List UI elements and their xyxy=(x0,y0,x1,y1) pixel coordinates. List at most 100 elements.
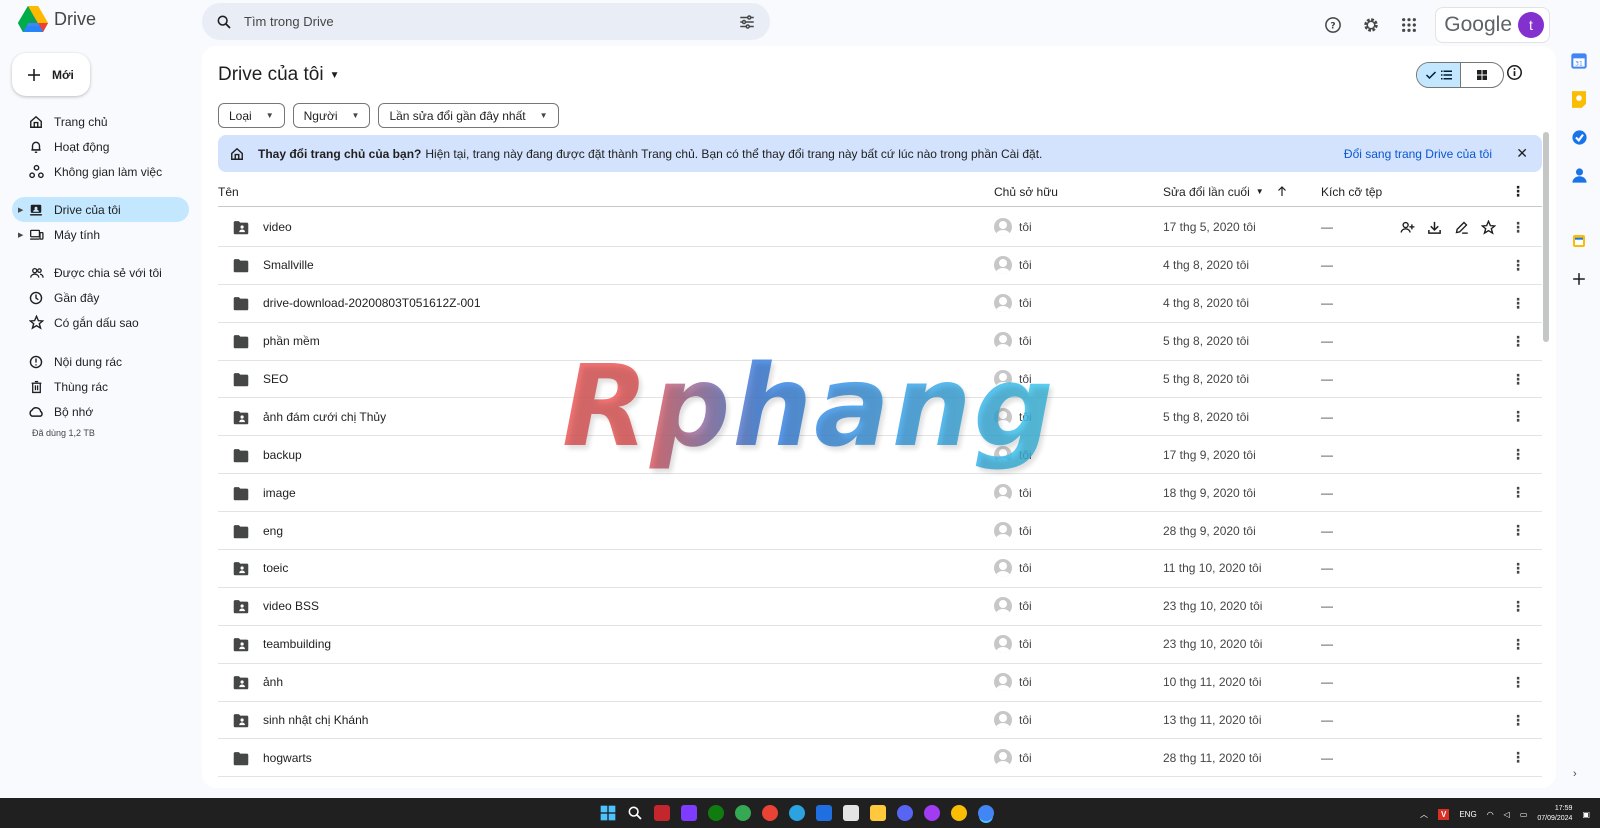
sidebar-item-computers[interactable]: ▶ Máy tính xyxy=(12,222,189,247)
table-row[interactable]: ảnh tôi 10 thg 11, 2020 tôi — ⋮ xyxy=(218,664,1542,702)
file-name-cell[interactable]: ảnh xyxy=(232,674,283,690)
telegram-icon[interactable] xyxy=(789,805,805,821)
file-name-cell[interactable]: toeic xyxy=(232,560,288,576)
chrome-icon[interactable] xyxy=(735,805,751,821)
column-size[interactable]: Kích cỡ tệp xyxy=(1321,185,1382,199)
battery-icon[interactable]: ▭ xyxy=(1520,810,1528,819)
file-name-cell[interactable]: image xyxy=(232,485,296,501)
help-button[interactable]: ? xyxy=(1319,11,1347,39)
filter-modified-chip[interactable]: Lần sửa đổi gần đây nhất ▼ xyxy=(378,103,559,128)
chevron-right-icon[interactable]: › xyxy=(1573,768,1577,780)
volume-icon[interactable]: ◁ xyxy=(1504,810,1510,819)
notification-icon[interactable]: ▣ xyxy=(1582,810,1590,819)
taskbar-search-icon[interactable] xyxy=(627,805,643,821)
chevron-up-icon[interactable]: ︿ xyxy=(1420,809,1428,820)
expand-caret-icon[interactable]: ▶ xyxy=(18,231,23,239)
sidebar-item-my-drive[interactable]: ▶ Drive của tôi xyxy=(12,197,189,222)
sidebar-item-recent[interactable]: Gần đây xyxy=(12,285,189,310)
more-vert-icon[interactable]: ⋮ xyxy=(1511,636,1525,653)
more-vert-icon[interactable]: ⋮ xyxy=(1511,598,1525,615)
switch-to-my-drive-link[interactable]: Đổi sang trang Drive của tôi xyxy=(1344,147,1492,161)
column-owner[interactable]: Chủ sở hữu xyxy=(994,185,1058,199)
file-name-cell[interactable]: Smallville xyxy=(232,257,314,273)
account-switcher[interactable]: Google t xyxy=(1435,7,1550,43)
xbox-icon[interactable] xyxy=(708,805,724,821)
keep-icon[interactable] xyxy=(1570,90,1588,108)
table-row[interactable]: video tôi 17 thg 5, 2020 tôi — ⋮ xyxy=(218,209,1542,247)
download-icon[interactable] xyxy=(1427,220,1442,235)
table-row[interactable]: teambuilding tôi 23 thg 10, 2020 tôi — ⋮ xyxy=(218,626,1542,664)
list-view-button[interactable] xyxy=(1417,63,1460,87)
settings-button[interactable] xyxy=(1357,11,1385,39)
table-row[interactable]: video BSS tôi 23 thg 10, 2020 tôi — ⋮ xyxy=(218,588,1542,626)
sidebar-item-spam[interactable]: Nội dung rác xyxy=(12,349,189,374)
file-name-cell[interactable]: eng xyxy=(232,523,283,539)
chrome-icon[interactable] xyxy=(978,805,994,821)
tasks-icon[interactable] xyxy=(1570,128,1588,146)
more-vert-icon[interactable]: ⋮ xyxy=(1511,484,1525,501)
more-vert-icon[interactable]: ⋮ xyxy=(1511,560,1525,577)
taskbar-app-icon[interactable] xyxy=(681,805,697,821)
scrollbar[interactable] xyxy=(1543,132,1549,342)
new-button[interactable]: Mới xyxy=(12,53,90,96)
more-vert-icon[interactable]: ⋮ xyxy=(1511,674,1525,691)
windows-start-icon[interactable] xyxy=(600,805,616,821)
drive-logo[interactable]: Drive xyxy=(18,6,96,33)
table-row[interactable]: eng tôi 28 thg 9, 2020 tôi — ⋮ xyxy=(218,512,1542,551)
sidebar-item-shared[interactable]: Được chia sẻ với tôi xyxy=(12,260,189,285)
more-vert-icon[interactable]: ⋮ xyxy=(1511,522,1525,539)
close-icon[interactable]: ✕ xyxy=(1516,145,1528,162)
search-bar[interactable] xyxy=(202,3,770,40)
sidebar-item-storage[interactable]: Bộ nhớ xyxy=(12,399,189,424)
share-person-icon[interactable] xyxy=(1400,220,1415,235)
more-vert-icon[interactable]: ⋮ xyxy=(1511,446,1525,463)
more-vert-icon[interactable]: ⋮ xyxy=(1511,712,1525,729)
table-row[interactable]: drive-download-20200803T051612Z-001 tôi … xyxy=(218,285,1542,323)
column-name[interactable]: Tên xyxy=(218,185,239,199)
add-addon-icon[interactable] xyxy=(1570,270,1588,288)
contacts-icon[interactable] xyxy=(1570,166,1588,184)
table-row[interactable]: Smallville tôi 4 thg 8, 2020 tôi — ⋮ xyxy=(218,247,1542,285)
wifi-icon[interactable]: ◠ xyxy=(1487,810,1494,819)
sidebar-item-workspace[interactable]: Không gian làm việc xyxy=(12,159,189,184)
file-name-cell[interactable]: drive-download-20200803T051612Z-001 xyxy=(232,295,481,311)
more-vert-icon[interactable]: ⋮ xyxy=(1511,219,1525,236)
more-vert-icon[interactable]: ⋮ xyxy=(1511,371,1525,388)
chrome-icon[interactable] xyxy=(762,805,778,821)
rename-icon[interactable] xyxy=(1454,220,1469,235)
sort-ascending-icon[interactable] xyxy=(1276,185,1288,198)
search-icon[interactable] xyxy=(216,14,232,30)
slack-icon[interactable] xyxy=(843,805,859,821)
file-name-cell[interactable]: teambuilding xyxy=(232,636,331,652)
chrome-icon[interactable] xyxy=(951,805,967,821)
addon-calendar-icon[interactable] xyxy=(1570,232,1588,250)
file-name-cell[interactable]: phần mềm xyxy=(232,333,320,349)
more-vert-icon[interactable]: ⋮ xyxy=(1511,408,1525,425)
expand-caret-icon[interactable]: ▶ xyxy=(18,206,23,214)
table-row[interactable]: sinh nhật chị Khánh tôi 13 thg 11, 2020 … xyxy=(218,702,1542,740)
table-row[interactable]: hogwarts tôi 28 thg 11, 2020 tôi — ⋮ xyxy=(218,739,1542,778)
file-name-cell[interactable]: video xyxy=(232,219,292,235)
page-title[interactable]: Drive của tôi ▼ xyxy=(218,64,340,86)
file-name-cell[interactable]: SEO xyxy=(232,371,288,387)
more-vert-icon[interactable]: ⋮ xyxy=(1511,749,1525,766)
file-name-cell[interactable]: backup xyxy=(232,447,302,463)
filter-options-icon[interactable] xyxy=(738,13,756,31)
sidebar-item-activity[interactable]: Hoạt động xyxy=(12,134,189,159)
vpn-icon[interactable]: V xyxy=(1438,808,1450,820)
more-vert-icon[interactable]: ⋮ xyxy=(1511,295,1525,312)
calendar-icon[interactable]: 31 xyxy=(1570,52,1588,70)
grid-view-button[interactable] xyxy=(1460,63,1503,87)
sidebar-item-starred[interactable]: Có gắn dấu sao xyxy=(12,310,189,335)
column-modified[interactable]: Sửa đổi lần cuối ▼ xyxy=(1163,185,1264,199)
table-row[interactable]: image tôi 18 thg 9, 2020 tôi — ⋮ xyxy=(218,474,1542,513)
taskbar-app-icon[interactable] xyxy=(654,805,670,821)
discord-icon[interactable] xyxy=(897,805,913,821)
sidebar-item-home[interactable]: Trang chủ xyxy=(12,109,189,134)
sidebar-item-trash[interactable]: Thùng rác xyxy=(12,374,189,399)
more-vert-icon[interactable]: ⋮ xyxy=(1511,257,1525,274)
more-vert-icon[interactable]: ⋮ xyxy=(1511,333,1525,350)
avatar[interactable]: t xyxy=(1518,12,1544,38)
clock[interactable]: 17:59 07/09/2024 xyxy=(1537,804,1572,824)
language-indicator[interactable]: ENG xyxy=(1459,810,1476,819)
